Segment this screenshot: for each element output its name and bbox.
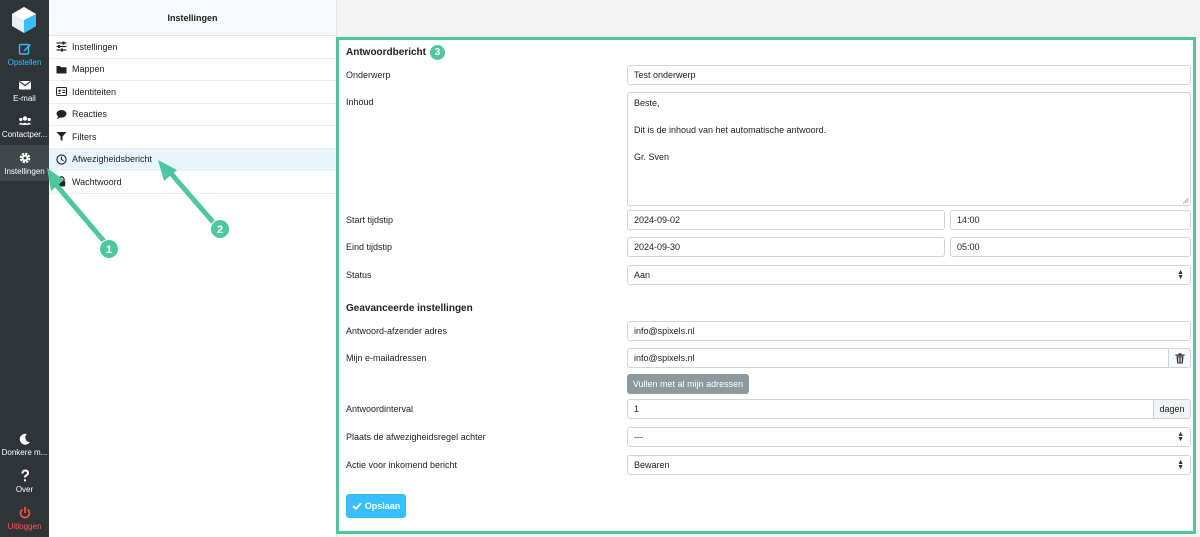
settings-item-identities[interactable]: Identiteiten — [49, 81, 336, 104]
settings-item-password[interactable]: Wachtwoord — [49, 171, 336, 194]
check-icon — [352, 502, 362, 510]
end-label: Eind tijdstip — [346, 242, 393, 252]
nav-dark-mode-label: Donkere m... — [1, 448, 48, 457]
settings-item-label: Reacties — [72, 109, 108, 120]
settings-menu: Instellingen Instellingen Mappen Identit… — [49, 0, 337, 537]
body-line: Gr. Sven — [634, 152, 670, 162]
lock-icon — [57, 176, 66, 187]
settings-title: Instellingen — [49, 0, 336, 36]
save-button-label: Opslaan — [364, 501, 401, 511]
nav-about-label: Over — [15, 485, 34, 494]
interval-input[interactable]: 1 — [627, 399, 1154, 419]
body-label: Inhoud — [346, 97, 374, 107]
nav-dark-mode[interactable]: Donkere m... — [0, 432, 49, 457]
end-date-input[interactable]: 2024-09-30 — [627, 237, 945, 257]
select-arrows-icon: ▲ ▼ — [1177, 431, 1184, 443]
section-title-reply: Antwoordbericht 3 — [346, 45, 445, 60]
end-time-input[interactable]: 05:00 — [950, 237, 1191, 257]
annotation-badge-3: 3 — [430, 45, 445, 60]
comment-icon — [56, 109, 67, 120]
app-logo — [12, 7, 36, 33]
compose-icon — [18, 43, 31, 55]
folder-icon — [56, 65, 67, 74]
status-label: Status — [346, 270, 372, 280]
sliders-icon — [56, 41, 67, 52]
start-date-input[interactable]: 2024-09-02 — [627, 210, 945, 230]
envelope-icon — [18, 81, 31, 90]
my-addresses-input[interactable]: info@spixels.nl — [627, 348, 1169, 368]
settings-item-responses[interactable]: Reacties — [49, 104, 336, 126]
body-textarea[interactable]: Beste, Dit is de inhoud van het automati… — [627, 92, 1191, 206]
settings-item-label: Wachtwoord — [72, 176, 122, 187]
start-label: Start tijdstip — [346, 215, 394, 225]
settings-item-folders[interactable]: Mappen — [49, 59, 336, 81]
section-title-advanced: Geavanceerde instellingen — [346, 303, 473, 314]
annotation-badge-1: 1 — [99, 239, 119, 259]
moon-icon — [19, 433, 30, 445]
action-label: Actie voor inkomend bericht — [346, 460, 458, 470]
settings-item-label: Mappen — [72, 64, 105, 75]
place-rule-label: Plaats de afwezigheidsregel achter — [346, 432, 486, 442]
nav-email[interactable]: E-mail — [0, 78, 49, 103]
fill-addresses-button[interactable]: Vullen met al mijn adressen — [627, 374, 749, 394]
nav-compose-label: Opstellen — [7, 58, 42, 67]
nav-settings[interactable]: Instellingen — [0, 145, 49, 181]
body-line: Beste, — [634, 98, 660, 108]
settings-item-filters[interactable]: Filters — [49, 126, 336, 149]
save-button[interactable]: Opslaan — [346, 494, 406, 518]
nav-settings-label: Instellingen — [4, 167, 45, 176]
gear-icon — [19, 152, 30, 164]
select-arrows-icon: ▲ ▼ — [1177, 459, 1184, 471]
contacts-icon — [18, 116, 31, 125]
interval-unit: dagen — [1153, 399, 1191, 419]
id-card-icon — [56, 87, 67, 97]
delete-address-button[interactable] — [1168, 348, 1191, 368]
settings-item-vacation[interactable]: Afwezigheidsbericht — [49, 148, 336, 171]
nav-about[interactable]: Over — [0, 469, 49, 494]
trash-icon — [1175, 353, 1184, 364]
status-select[interactable]: Aan ▲ ▼ — [627, 265, 1191, 285]
nav-compose[interactable]: Opstellen — [0, 42, 49, 67]
subject-label: Onderwerp — [346, 70, 391, 80]
body-line — [634, 138, 1184, 152]
action-select[interactable]: Bewaren ▲ ▼ — [627, 455, 1191, 475]
start-time-input[interactable]: 14:00 — [950, 210, 1191, 230]
place-rule-select-value: --- — [634, 432, 643, 442]
nav-contacts[interactable]: Contactper... — [0, 114, 49, 139]
nav-logout-label: Uitloggen — [7, 522, 42, 531]
nav-logout[interactable]: Uitloggen — [0, 506, 49, 531]
settings-item-label: Filters — [72, 131, 97, 142]
filter-icon — [56, 132, 67, 142]
annotation-badge-2: 2 — [210, 219, 230, 239]
subject-input[interactable]: Test onderwerp — [627, 65, 1191, 85]
select-arrows-icon: ▲ ▼ — [1177, 269, 1184, 281]
section-title-reply-text: Antwoordbericht — [346, 47, 426, 59]
body-line — [634, 111, 1184, 125]
action-select-value: Bewaren — [634, 460, 670, 470]
settings-item-label: Afwezigheidsbericht — [72, 154, 153, 165]
body-line: Dit is de inhoud van het automatische an… — [634, 125, 827, 135]
nav-email-label: E-mail — [13, 94, 36, 103]
status-select-value: Aan — [634, 270, 651, 280]
settings-item-preferences[interactable]: Instellingen — [49, 36, 336, 59]
interval-label: Antwoordinterval — [346, 404, 414, 414]
nav-contacts-label: Contactper... — [1, 130, 48, 139]
sender-input[interactable]: info@spixels.nl — [627, 321, 1191, 341]
power-icon — [19, 507, 30, 519]
my-addresses-label: Mijn e-mailadressen — [346, 353, 427, 363]
settings-item-label: Instellingen — [72, 41, 118, 52]
question-icon — [21, 469, 29, 482]
settings-item-label: Identiteiten — [72, 86, 117, 97]
place-rule-select[interactable]: --- ▲ ▼ — [627, 427, 1191, 447]
app-sidebar: Opstellen E-mail Contactper... Instellin… — [0, 0, 49, 537]
clock-icon — [56, 154, 67, 165]
sender-label: Antwoord-afzender adres — [346, 326, 448, 336]
resize-grip-icon[interactable] — [1182, 197, 1189, 204]
